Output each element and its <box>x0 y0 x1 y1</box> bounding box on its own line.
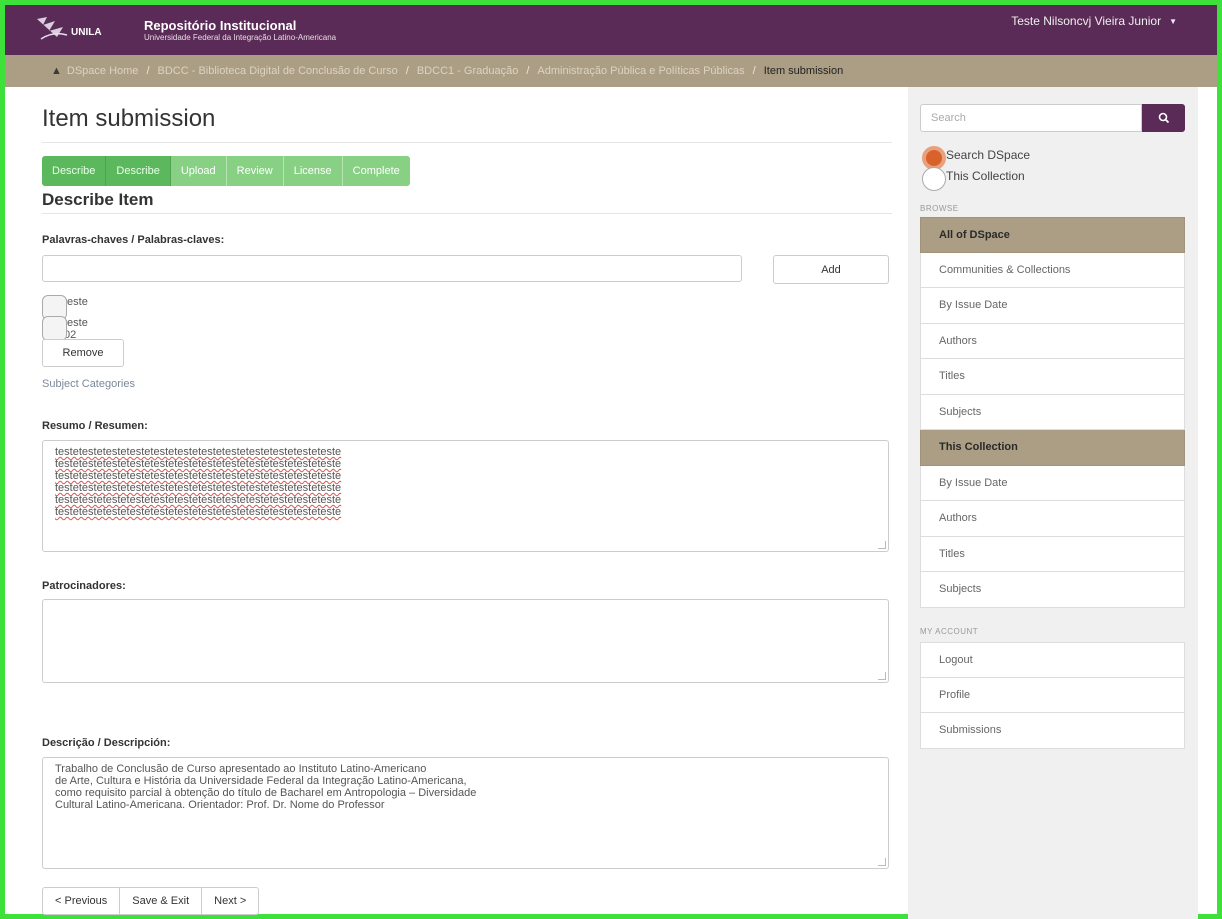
user-name[interactable]: Teste Nilsoncvj Vieira Junior <box>1011 14 1161 28</box>
divider <box>42 213 892 214</box>
breadcrumb-item-bdcc[interactable]: BDCC - Biblioteca Digital de Conclusão d… <box>158 65 398 77</box>
collection-titles[interactable]: Titles <box>920 536 1185 572</box>
breadcrumb-item-collection[interactable]: Administração Pública e Políticas Públic… <box>537 65 744 77</box>
resize-handle[interactable] <box>878 858 886 866</box>
step-review[interactable]: Review <box>226 156 284 186</box>
browse-communities[interactable]: Communities & Collections <box>920 252 1185 288</box>
keyword-text: teste <box>64 296 88 308</box>
collection-by-issue-date[interactable]: By Issue Date <box>920 465 1185 501</box>
submission-progress: Describe Describe Upload Review License … <box>42 156 410 186</box>
sidebar: Search Search DSpace This Collection BRO… <box>908 87 1198 919</box>
text-line: testetestetestetestetestetestetesteteste… <box>55 446 342 458</box>
account-caption: MY ACCOUNT <box>920 627 979 636</box>
text-line: testetestetestetestetestetestetesteteste… <box>55 506 342 518</box>
step-complete[interactable]: Complete <box>342 156 410 186</box>
text-line: Cultural Latino-Americana. Orientador: P… <box>55 799 385 811</box>
keyword-checkbox[interactable] <box>42 316 67 341</box>
sponsors-textarea[interactable] <box>42 599 889 683</box>
divider <box>42 142 892 143</box>
text-line: testetestetestetestetestetestetesteteste… <box>55 482 342 494</box>
breadcrumb-separator: / <box>752 65 756 77</box>
breadcrumb-separator: / <box>405 65 409 77</box>
svg-text:UNILA: UNILA <box>71 27 102 38</box>
site-title[interactable]: Repositório Institucional <box>144 18 296 33</box>
sponsors-label: Patrocinadores: <box>42 580 126 592</box>
browse-by-issue-date[interactable]: By Issue Date <box>920 288 1185 324</box>
description-label: Descrição / Descripción: <box>42 737 171 749</box>
collection-subjects[interactable]: Subjects <box>920 572 1185 608</box>
text-line: de Arte, Cultura e História da Universid… <box>55 775 467 787</box>
abstract-label: Resumo / Resumen: <box>42 420 148 432</box>
collection-authors[interactable]: Authors <box>920 501 1185 537</box>
add-keyword-button[interactable]: Add <box>773 255 889 284</box>
breadcrumb-separator: / <box>146 65 150 77</box>
breadcrumb-item-graduacao[interactable]: BDCC1 - Graduação <box>417 65 519 77</box>
browse-authors[interactable]: Authors <box>920 323 1185 359</box>
description-textarea[interactable]: Trabalho de Conclusão de Curso apresenta… <box>42 757 889 869</box>
page-title: Item submission <box>42 105 216 132</box>
breadcrumb-separator: / <box>526 65 530 77</box>
browse-titles[interactable]: Titles <box>920 359 1185 395</box>
account-list: Logout Profile Submissions <box>920 642 1185 749</box>
home-icon: ▲ <box>51 65 62 77</box>
keyword-text: teste 02 <box>64 317 88 341</box>
search-button[interactable] <box>1142 104 1185 132</box>
browse-list: All of DSpace Communities & Collections … <box>920 217 1185 608</box>
abstract-textarea[interactable]: testetestetestetestetestetestetesteteste… <box>42 440 889 552</box>
browse-subjects[interactable]: Subjects <box>920 394 1185 430</box>
user-menu[interactable]: Teste Nilsoncvj Vieira Junior ▼ <box>1011 14 1177 28</box>
scope-label: Search DSpace <box>946 148 1031 162</box>
step-license[interactable]: License <box>283 156 343 186</box>
step-describe-1[interactable]: Describe <box>42 156 107 186</box>
logout-link[interactable]: Logout <box>920 642 1185 678</box>
browse-caption: BROWSE <box>920 204 959 213</box>
keywords-input[interactable] <box>42 255 742 282</box>
search-input[interactable]: Search <box>920 104 1142 132</box>
unila-logo[interactable]: UNILA <box>33 11 131 47</box>
resize-handle[interactable] <box>878 672 886 680</box>
step-upload[interactable]: Upload <box>170 156 227 186</box>
keywords-label: Palavras-chaves / Palabras-claves: <box>42 234 225 246</box>
save-exit-button[interactable]: Save & Exit <box>120 887 203 915</box>
browse-header-collection: This Collection <box>920 430 1185 466</box>
radio-unchecked[interactable] <box>922 167 946 191</box>
submission-nav: < Previous Save & Exit Next > <box>42 887 260 915</box>
top-navbar: UNILA Repositório Institucional Universi… <box>5 5 1217 55</box>
resize-handle[interactable] <box>878 541 886 549</box>
scope-label: This Collection <box>946 169 1025 183</box>
text-line: testetestetestetestetestetestetesteteste… <box>55 458 342 470</box>
site-subtitle: Universidade Federal da Integração Latin… <box>144 33 337 42</box>
profile-link[interactable]: Profile <box>920 677 1185 713</box>
step-describe-2[interactable]: Describe <box>106 156 171 186</box>
text-line: testetestetestetestetestetestetesteteste… <box>55 470 342 482</box>
breadcrumb: ▲ DSpace Home / BDCC - Biblioteca Digita… <box>5 55 1217 87</box>
search-icon <box>1158 112 1169 124</box>
text-line: testetestetestetestetestetestetesteteste… <box>55 494 342 506</box>
subject-categories-link[interactable]: Subject Categories <box>42 378 135 390</box>
section-title: Describe Item <box>42 190 154 209</box>
text-line: como requisito parcial à obtenção do tít… <box>55 787 477 799</box>
remove-keyword-button[interactable]: Remove <box>42 339 124 367</box>
submissions-link[interactable]: Submissions <box>920 713 1185 749</box>
breadcrumb-item-home[interactable]: DSpace Home <box>67 65 139 77</box>
breadcrumb-current: Item submission <box>763 65 844 77</box>
browse-header-all: All of DSpace <box>920 217 1185 253</box>
main-content: Item submission Describe Describe Upload… <box>5 87 908 919</box>
previous-button[interactable]: < Previous <box>42 887 121 915</box>
text-line: Trabalho de Conclusão de Curso apresenta… <box>55 763 427 775</box>
caret-down-icon[interactable]: ▼ <box>1169 17 1177 26</box>
next-button[interactable]: Next > <box>202 887 260 915</box>
